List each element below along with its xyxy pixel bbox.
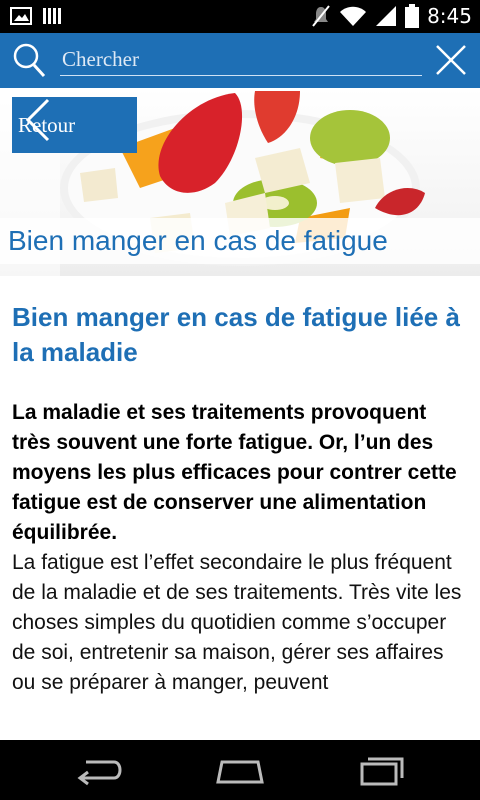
chevron-left-icon [25, 98, 50, 142]
search-bar [0, 33, 480, 88]
home-nav-icon[interactable] [210, 754, 270, 788]
image-icon [10, 7, 32, 25]
mute-icon [312, 5, 330, 27]
article-title: Bien manger en cas de fatigue liée à la … [12, 302, 460, 367]
signal-icon [376, 6, 397, 26]
navigation-bar [0, 740, 480, 800]
hero-title: Bien manger en cas de fatigue [0, 218, 480, 264]
article-lead: La maladie et ses traitements provoquent… [12, 401, 457, 544]
article-content[interactable]: Bien manger en cas de fatigue liée à la … [0, 276, 480, 740]
battery-icon [405, 4, 420, 28]
search-icon[interactable] [12, 42, 46, 78]
status-time: 8:45 [427, 4, 472, 28]
search-input[interactable] [60, 43, 422, 76]
recents-nav-icon[interactable] [352, 754, 412, 788]
back-nav-icon[interactable] [70, 754, 130, 788]
hero-banner: Retour Bien manger en cas de fatigue [0, 88, 480, 276]
article-body: La fatigue est l’effet secondaire le plu… [12, 551, 462, 694]
close-icon[interactable] [434, 43, 468, 77]
back-button[interactable]: Retour [12, 97, 137, 153]
bars-icon [43, 8, 61, 24]
wifi-icon [340, 6, 367, 26]
status-bar: 8:45 [0, 0, 480, 33]
